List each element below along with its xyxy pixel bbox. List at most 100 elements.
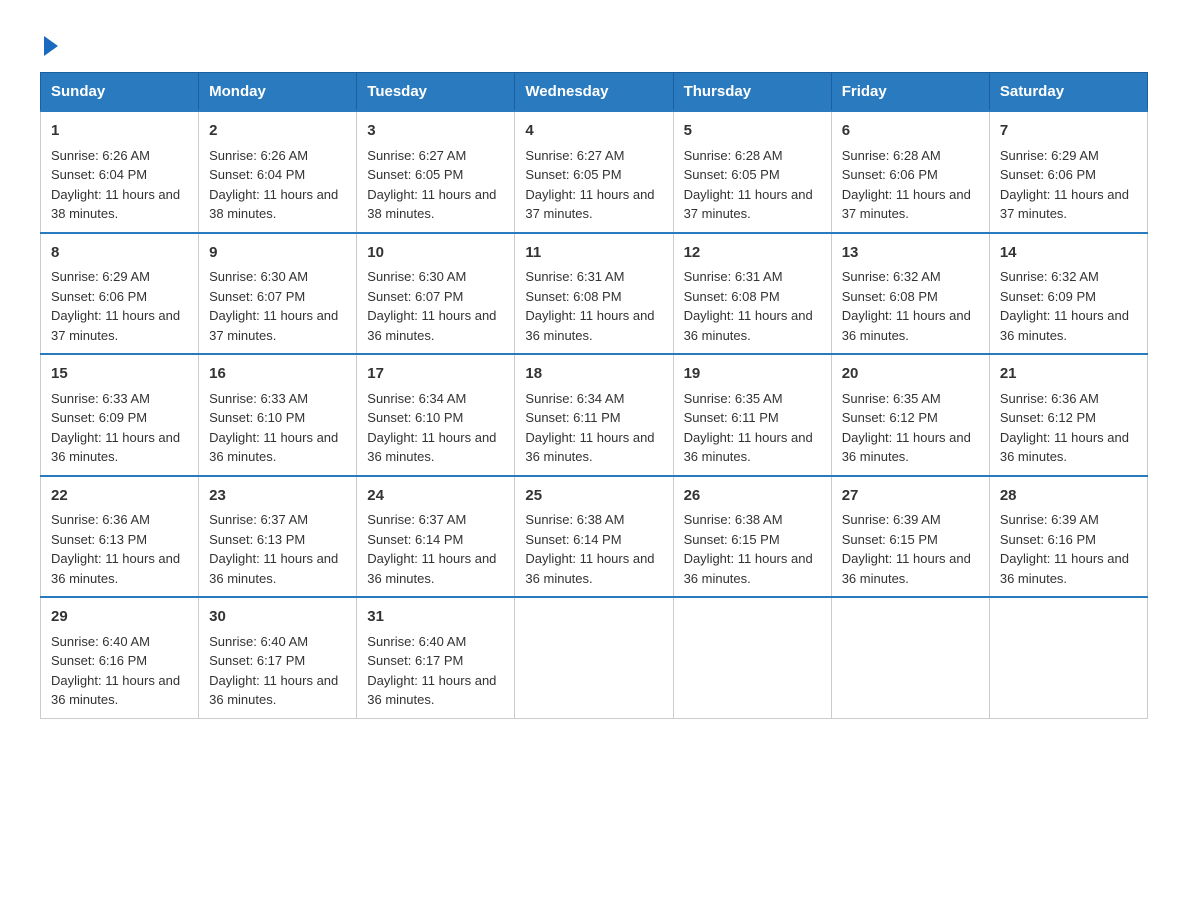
day-number: 6 [842, 120, 979, 143]
sunrise-line: Sunrise: 6:31 AM [525, 269, 624, 284]
day-number: 18 [525, 363, 662, 386]
day-number: 27 [842, 485, 979, 508]
sunrise-line: Sunrise: 6:39 AM [842, 512, 941, 527]
day-number: 7 [1000, 120, 1137, 143]
daylight-line: Daylight: 11 hours and 36 minutes. [842, 430, 971, 465]
calendar-cell: 11 Sunrise: 6:31 AM Sunset: 6:08 PM Dayl… [515, 233, 673, 355]
sunrise-line: Sunrise: 6:33 AM [209, 391, 308, 406]
sunset-line: Sunset: 6:15 PM [842, 532, 938, 547]
day-number: 26 [684, 485, 821, 508]
sunrise-line: Sunrise: 6:40 AM [209, 634, 308, 649]
weekday-header-monday: Monday [199, 73, 357, 112]
sunrise-line: Sunrise: 6:34 AM [525, 391, 624, 406]
daylight-line: Daylight: 11 hours and 36 minutes. [842, 308, 971, 343]
calendar-cell: 20 Sunrise: 6:35 AM Sunset: 6:12 PM Dayl… [831, 354, 989, 476]
calendar-cell: 16 Sunrise: 6:33 AM Sunset: 6:10 PM Dayl… [199, 354, 357, 476]
calendar-cell: 3 Sunrise: 6:27 AM Sunset: 6:05 PM Dayli… [357, 111, 515, 233]
sunset-line: Sunset: 6:05 PM [684, 167, 780, 182]
weekday-header-row: SundayMondayTuesdayWednesdayThursdayFrid… [41, 73, 1148, 112]
day-number: 1 [51, 120, 188, 143]
calendar-cell: 25 Sunrise: 6:38 AM Sunset: 6:14 PM Dayl… [515, 476, 673, 598]
daylight-line: Daylight: 11 hours and 36 minutes. [209, 430, 338, 465]
calendar-table: SundayMondayTuesdayWednesdayThursdayFrid… [40, 72, 1148, 719]
calendar-cell: 17 Sunrise: 6:34 AM Sunset: 6:10 PM Dayl… [357, 354, 515, 476]
sunset-line: Sunset: 6:10 PM [209, 410, 305, 425]
day-number: 11 [525, 242, 662, 265]
sunset-line: Sunset: 6:08 PM [842, 289, 938, 304]
calendar-cell: 18 Sunrise: 6:34 AM Sunset: 6:11 PM Dayl… [515, 354, 673, 476]
sunrise-line: Sunrise: 6:38 AM [684, 512, 783, 527]
calendar-cell: 5 Sunrise: 6:28 AM Sunset: 6:05 PM Dayli… [673, 111, 831, 233]
sunset-line: Sunset: 6:09 PM [1000, 289, 1096, 304]
daylight-line: Daylight: 11 hours and 38 minutes. [51, 187, 180, 222]
day-number: 24 [367, 485, 504, 508]
daylight-line: Daylight: 11 hours and 36 minutes. [1000, 430, 1129, 465]
day-number: 8 [51, 242, 188, 265]
sunrise-line: Sunrise: 6:37 AM [367, 512, 466, 527]
sunrise-line: Sunrise: 6:29 AM [51, 269, 150, 284]
day-number: 14 [1000, 242, 1137, 265]
sunrise-line: Sunrise: 6:39 AM [1000, 512, 1099, 527]
calendar-cell: 23 Sunrise: 6:37 AM Sunset: 6:13 PM Dayl… [199, 476, 357, 598]
sunrise-line: Sunrise: 6:35 AM [842, 391, 941, 406]
calendar-cell [989, 597, 1147, 718]
weekday-header-sunday: Sunday [41, 73, 199, 112]
sunset-line: Sunset: 6:17 PM [367, 653, 463, 668]
calendar-week-row: 29 Sunrise: 6:40 AM Sunset: 6:16 PM Dayl… [41, 597, 1148, 718]
calendar-cell: 19 Sunrise: 6:35 AM Sunset: 6:11 PM Dayl… [673, 354, 831, 476]
sunset-line: Sunset: 6:14 PM [367, 532, 463, 547]
calendar-cell [673, 597, 831, 718]
calendar-header: SundayMondayTuesdayWednesdayThursdayFrid… [41, 73, 1148, 112]
calendar-week-row: 15 Sunrise: 6:33 AM Sunset: 6:09 PM Dayl… [41, 354, 1148, 476]
daylight-line: Daylight: 11 hours and 36 minutes. [51, 430, 180, 465]
daylight-line: Daylight: 11 hours and 37 minutes. [684, 187, 813, 222]
sunrise-line: Sunrise: 6:38 AM [525, 512, 624, 527]
day-number: 5 [684, 120, 821, 143]
calendar-cell: 7 Sunrise: 6:29 AM Sunset: 6:06 PM Dayli… [989, 111, 1147, 233]
calendar-cell: 24 Sunrise: 6:37 AM Sunset: 6:14 PM Dayl… [357, 476, 515, 598]
daylight-line: Daylight: 11 hours and 36 minutes. [367, 430, 496, 465]
sunrise-line: Sunrise: 6:33 AM [51, 391, 150, 406]
sunset-line: Sunset: 6:09 PM [51, 410, 147, 425]
sunset-line: Sunset: 6:17 PM [209, 653, 305, 668]
daylight-line: Daylight: 11 hours and 37 minutes. [1000, 187, 1129, 222]
logo-arrow-icon [44, 36, 58, 56]
sunset-line: Sunset: 6:13 PM [51, 532, 147, 547]
daylight-line: Daylight: 11 hours and 36 minutes. [684, 308, 813, 343]
calendar-cell: 4 Sunrise: 6:27 AM Sunset: 6:05 PM Dayli… [515, 111, 673, 233]
daylight-line: Daylight: 11 hours and 36 minutes. [209, 673, 338, 708]
sunset-line: Sunset: 6:08 PM [525, 289, 621, 304]
day-number: 2 [209, 120, 346, 143]
daylight-line: Daylight: 11 hours and 36 minutes. [525, 551, 654, 586]
sunset-line: Sunset: 6:10 PM [367, 410, 463, 425]
day-number: 19 [684, 363, 821, 386]
daylight-line: Daylight: 11 hours and 38 minutes. [367, 187, 496, 222]
calendar-cell: 26 Sunrise: 6:38 AM Sunset: 6:15 PM Dayl… [673, 476, 831, 598]
logo-general-text [40, 40, 58, 56]
sunset-line: Sunset: 6:06 PM [51, 289, 147, 304]
sunrise-line: Sunrise: 6:26 AM [209, 148, 308, 163]
calendar-cell [515, 597, 673, 718]
sunset-line: Sunset: 6:11 PM [525, 410, 620, 425]
logo [40, 30, 58, 52]
calendar-cell: 14 Sunrise: 6:32 AM Sunset: 6:09 PM Dayl… [989, 233, 1147, 355]
day-number: 21 [1000, 363, 1137, 386]
daylight-line: Daylight: 11 hours and 36 minutes. [684, 430, 813, 465]
weekday-header-friday: Friday [831, 73, 989, 112]
sunrise-line: Sunrise: 6:28 AM [842, 148, 941, 163]
sunset-line: Sunset: 6:15 PM [684, 532, 780, 547]
day-number: 22 [51, 485, 188, 508]
sunset-line: Sunset: 6:04 PM [209, 167, 305, 182]
calendar-cell: 8 Sunrise: 6:29 AM Sunset: 6:06 PM Dayli… [41, 233, 199, 355]
calendar-cell: 12 Sunrise: 6:31 AM Sunset: 6:08 PM Dayl… [673, 233, 831, 355]
sunrise-line: Sunrise: 6:30 AM [209, 269, 308, 284]
sunset-line: Sunset: 6:11 PM [684, 410, 779, 425]
calendar-cell: 15 Sunrise: 6:33 AM Sunset: 6:09 PM Dayl… [41, 354, 199, 476]
day-number: 12 [684, 242, 821, 265]
day-number: 31 [367, 606, 504, 629]
calendar-cell: 1 Sunrise: 6:26 AM Sunset: 6:04 PM Dayli… [41, 111, 199, 233]
day-number: 23 [209, 485, 346, 508]
day-number: 30 [209, 606, 346, 629]
daylight-line: Daylight: 11 hours and 36 minutes. [842, 551, 971, 586]
daylight-line: Daylight: 11 hours and 36 minutes. [209, 551, 338, 586]
